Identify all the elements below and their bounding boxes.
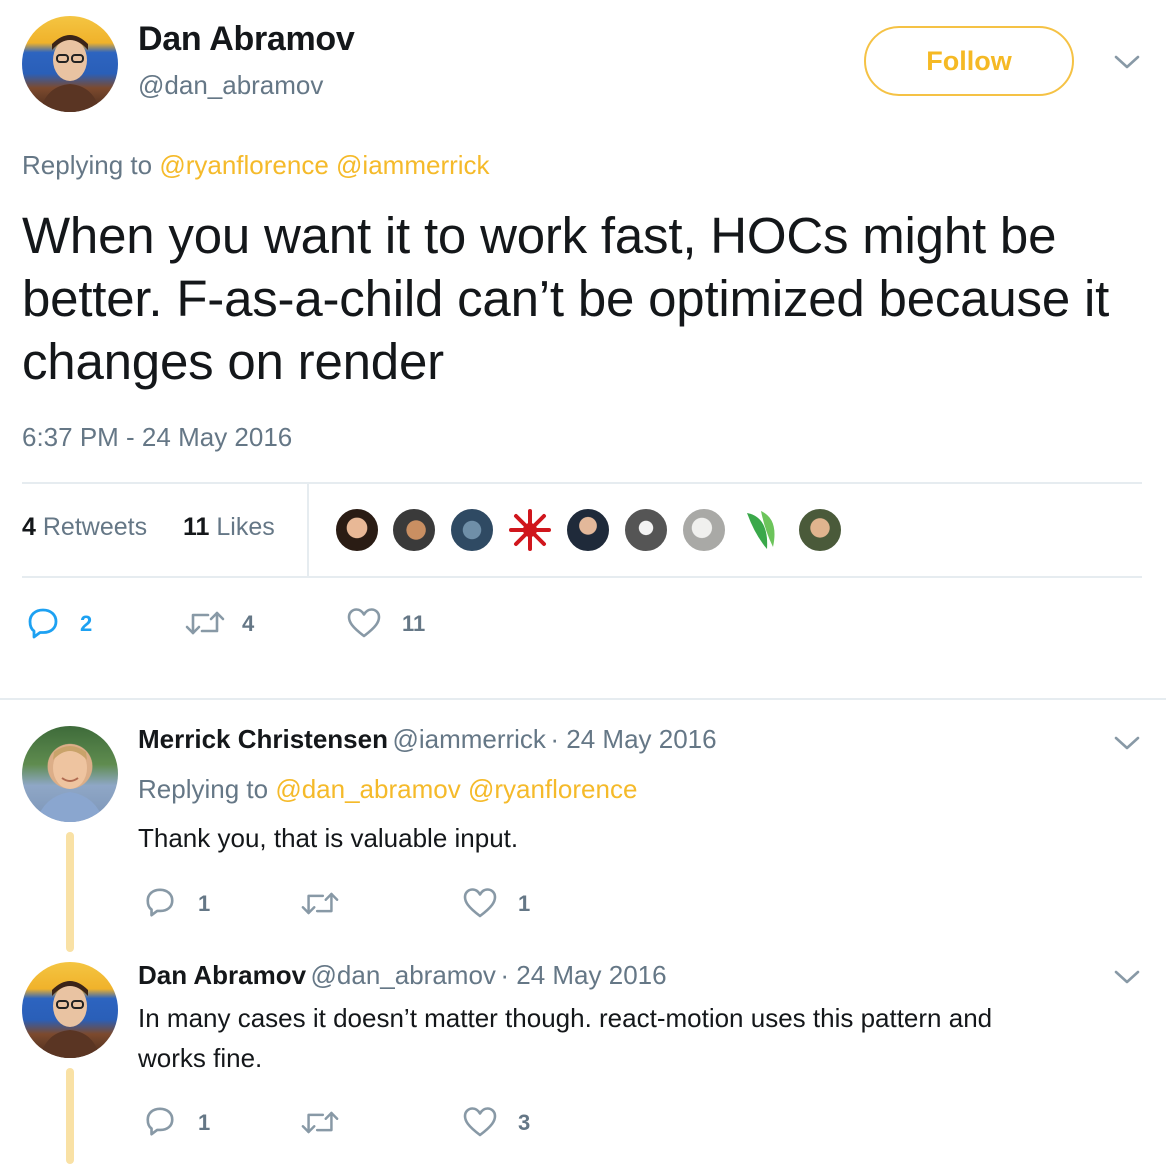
reply-icon[interactable] xyxy=(26,606,60,640)
liker-avatar[interactable] xyxy=(449,507,495,553)
reply-text-line: works fine. xyxy=(138,1043,263,1073)
reply-count: 1 xyxy=(198,1110,211,1135)
retweet-icon[interactable] xyxy=(184,609,226,637)
heart-icon[interactable] xyxy=(462,886,498,920)
mention-link[interactable]: @iammerrick xyxy=(336,150,490,180)
liker-avatar[interactable] xyxy=(681,507,727,553)
reply-text: Thank you, that is valuable input. xyxy=(138,823,519,853)
like-count: 1 xyxy=(518,891,531,916)
thread-connector xyxy=(66,1068,74,1164)
retweets-stat[interactable]: 4 Retweets xyxy=(22,513,147,542)
like-count: 11 xyxy=(402,611,426,636)
reply-date[interactable]: · 24 May 2016 xyxy=(500,960,666,990)
replying-to: Replying to @ryanflorence @iammerrick xyxy=(22,150,490,181)
author-handle[interactable]: @dan_abramov xyxy=(138,70,323,101)
heart-icon[interactable] xyxy=(462,1105,498,1139)
thread-connector xyxy=(66,832,74,952)
reply-author-avatar[interactable] xyxy=(22,962,118,1058)
mention-link[interactable]: @dan_abramov xyxy=(275,774,460,804)
reply-text-line: In many cases it doesn’t matter though. … xyxy=(138,1003,993,1033)
author-avatar[interactable] xyxy=(22,16,118,112)
divider xyxy=(22,576,1142,578)
reply-author-name[interactable]: Dan Abramov xyxy=(138,960,306,990)
avatar-portrait-icon xyxy=(36,746,104,822)
liker-avatar[interactable] xyxy=(623,507,669,553)
reply-author-handle[interactable]: @iammerrick xyxy=(392,724,546,754)
avatar-portrait-icon xyxy=(40,981,100,1058)
reply-icon[interactable] xyxy=(144,1105,176,1137)
reply-author-name[interactable]: Merrick Christensen xyxy=(138,724,388,754)
author-name[interactable]: Dan Abramov xyxy=(138,20,355,59)
tweet-timestamp[interactable]: 6:37 PM - 24 May 2016 xyxy=(22,422,292,453)
chevron-down-icon[interactable] xyxy=(1113,53,1141,71)
retweet-icon[interactable] xyxy=(300,1109,340,1136)
retweets-count: 4 xyxy=(22,513,36,541)
mention-link[interactable]: @ryanflorence xyxy=(468,774,637,804)
chevron-down-icon[interactable] xyxy=(1113,734,1141,752)
liker-avatar[interactable] xyxy=(797,507,843,553)
reply-count: 1 xyxy=(198,891,211,916)
retweet-icon[interactable] xyxy=(300,890,340,917)
reply-date[interactable]: · 24 May 2016 xyxy=(550,724,716,754)
liker-avatar[interactable] xyxy=(334,507,380,553)
follow-button[interactable]: Follow xyxy=(864,26,1074,96)
tweet-text: When you want it to work fast, HOCs migh… xyxy=(22,207,1110,390)
reply-author-handle[interactable]: @dan_abramov xyxy=(311,960,496,990)
likes-label: Likes xyxy=(216,513,275,541)
stats-divider xyxy=(307,484,309,576)
liker-avatar-leaf-icon[interactable] xyxy=(739,507,785,553)
liker-avatar[interactable] xyxy=(565,507,611,553)
reply-author-avatar[interactable] xyxy=(22,726,118,822)
reply-header: Dan Abramov @dan_abramov · 24 May 2016 xyxy=(138,960,667,991)
replying-prefix: Replying to xyxy=(22,150,153,180)
reply-count: 2 xyxy=(80,611,93,636)
retweets-label: Retweets xyxy=(42,513,148,541)
heart-icon[interactable] xyxy=(346,606,382,640)
like-count: 3 xyxy=(518,1110,531,1135)
replying-prefix: Replying to xyxy=(138,774,269,804)
avatar-portrait-icon xyxy=(40,35,100,112)
retweet-count: 4 xyxy=(242,611,255,636)
section-divider xyxy=(0,698,1166,700)
likes-count: 11 xyxy=(183,513,210,541)
chevron-down-icon[interactable] xyxy=(1113,968,1141,986)
divider xyxy=(22,482,1142,484)
mention-link[interactable]: @ryanflorence xyxy=(159,150,328,180)
replying-to: Replying to @dan_abramov @ryanflorence xyxy=(138,774,637,805)
likes-stat[interactable]: 11 Likes xyxy=(183,513,275,542)
reply-header: Merrick Christensen @iammerrick · 24 May… xyxy=(138,724,717,755)
liker-avatar-star-icon[interactable] xyxy=(507,507,553,553)
liker-avatar[interactable] xyxy=(391,507,437,553)
reply-icon[interactable] xyxy=(144,886,176,918)
